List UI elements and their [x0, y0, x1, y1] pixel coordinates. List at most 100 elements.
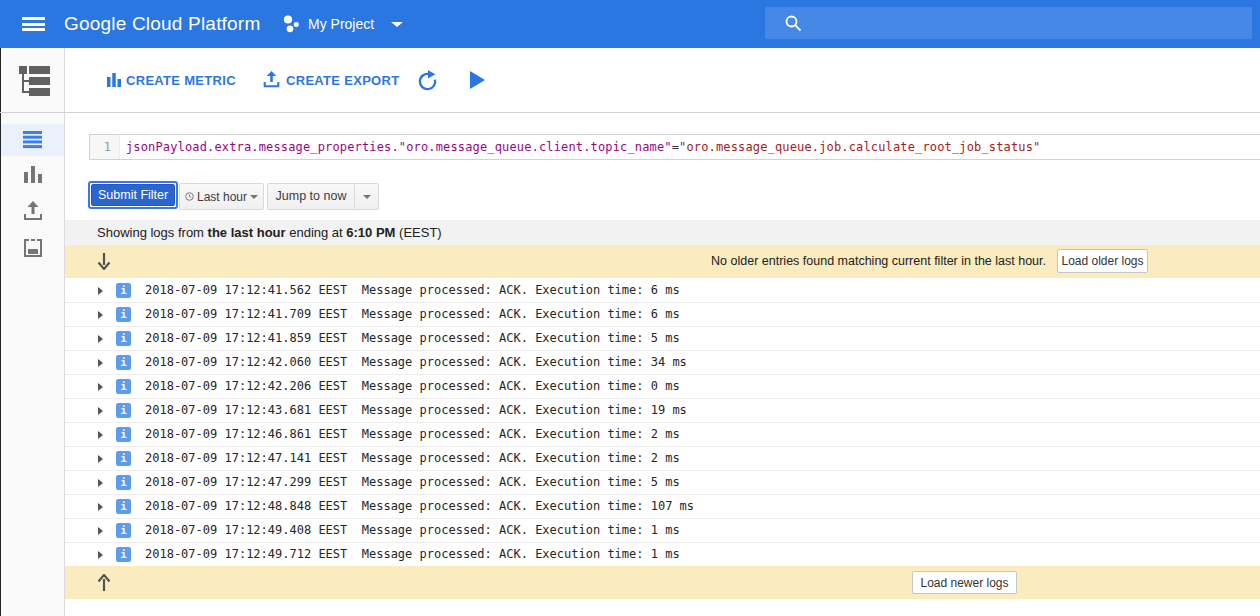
load-older-logs-button[interactable]: Load older logs [1057, 249, 1148, 273]
log-entry-text: 2018-07-09 17:12:43.681 EEST Message pro… [145, 399, 687, 422]
log-rows: i2018-07-09 17:12:41.562 EEST Message pr… [65, 279, 1260, 567]
status-range: the last hour [208, 225, 286, 240]
expand-arrow-icon[interactable] [98, 479, 103, 487]
older-banner-message: No older entries found matching current … [711, 245, 1046, 278]
log-row[interactable]: i 2018-07-09 17:12:42.206 EEST Message pr… [65, 375, 1260, 399]
app-header: Google Cloud Platform My Project [0, 0, 1260, 48]
search-icon [785, 15, 802, 32]
log-entry-text: 2018-07-09 17:12:48.848 EEST Message pro… [145, 495, 694, 518]
left-edge-line [0, 48, 1, 616]
project-selector[interactable]: My Project [283, 0, 403, 48]
submit-filter-button[interactable]: Submit Filter [91, 184, 175, 206]
toolbar-divider [0, 112, 1260, 113]
status-prefix: Showing logs from [97, 225, 208, 240]
log-entry-text: 2018-07-09 17:12:47.299 EEST Message pro… [145, 471, 680, 494]
storage-archive-icon[interactable] [23, 239, 43, 258]
expand-arrow-icon[interactable] [98, 407, 103, 415]
expand-arrow-icon[interactable] [98, 359, 103, 367]
expand-arrow-icon[interactable] [98, 527, 103, 535]
chevron-down-icon [250, 195, 258, 199]
filter-query-box[interactable]: 1 jsonPayload.extra.message_properties."… [89, 134, 1260, 160]
info-level-icon: i [116, 403, 131, 418]
log-entry-text: 2018-07-09 17:12:46.861 EEST Message pro… [145, 423, 680, 446]
info-level-icon: i [116, 475, 131, 490]
refresh-icon[interactable] [417, 70, 438, 91]
expand-arrow-icon[interactable] [98, 503, 103, 511]
info-level-icon: i [116, 427, 131, 442]
info-level-icon: i [116, 547, 131, 562]
expand-arrow-icon[interactable] [98, 455, 103, 463]
status-middle: ending at [286, 225, 347, 240]
log-row[interactable]: i2018-07-09 17:12:41.562 EEST Message pr… [65, 279, 1260, 303]
submit-filter-focus-ring: Submit Filter [88, 181, 178, 209]
log-entry-text: 2018-07-09 17:12:41.709 EEST Message pro… [145, 303, 680, 326]
time-range-dropdown[interactable]: Last hour [179, 183, 264, 210]
older-logs-banner: No older entries found matching current … [65, 245, 1260, 278]
create-export-button[interactable]: CREATE EXPORT [286, 74, 399, 88]
jump-options-arrow[interactable] [354, 184, 378, 209]
filter-query-text[interactable]: jsonPayload.extra.message_properties."or… [120, 135, 1040, 159]
create-metric-icon [107, 73, 121, 87]
menu-icon[interactable] [22, 17, 45, 31]
chevron-down-icon [363, 195, 371, 199]
log-entry-text: 2018-07-09 17:12:47.141 EEST Message pro… [145, 447, 680, 470]
log-row[interactable]: i 2018-07-09 17:12:49.712 EEST Message pr… [65, 543, 1260, 567]
metrics-chart-icon[interactable] [24, 166, 42, 183]
run-play-icon[interactable] [470, 71, 485, 89]
expand-arrow-icon[interactable] [98, 551, 103, 559]
project-name: My Project [308, 16, 374, 32]
info-level-icon: i [116, 499, 131, 514]
status-time: 6:10 PM [346, 225, 395, 240]
expand-arrow-icon[interactable] [98, 431, 103, 439]
arrow-down-icon [97, 253, 111, 270]
info-level-icon: i [116, 451, 131, 466]
expand-arrow-icon[interactable] [98, 383, 103, 391]
logs-tree-icon[interactable] [18, 64, 52, 98]
log-row[interactable]: i 2018-07-09 17:12:43.681 EEST Message pr… [65, 399, 1260, 423]
query-field: jsonPayload.extra.message_properties."or… [126, 140, 672, 154]
exports-upload-icon[interactable] [23, 201, 43, 221]
newer-logs-banner: Load newer logs [65, 566, 1260, 599]
info-level-icon: i [116, 379, 131, 394]
log-entry-text: 2018-07-09 17:12:49.712 EEST Message pro… [145, 543, 680, 566]
info-level-icon: i [116, 355, 131, 370]
jump-to-now-group: Jump to now [267, 183, 379, 210]
left-rail [0, 48, 65, 616]
project-icon [283, 14, 300, 34]
chevron-down-icon [391, 22, 403, 27]
brand-title: Google Cloud Platform [64, 0, 260, 48]
query-operator: = [672, 140, 679, 154]
arrow-up-icon [97, 574, 111, 591]
log-entry-text: 2018-07-09 17:12:41.859 EEST Message pro… [145, 327, 680, 350]
log-row[interactable]: i 2018-07-09 17:12:47.299 EEST Message pr… [65, 471, 1260, 495]
clock-icon [185, 190, 194, 203]
line-number: 1 [90, 135, 120, 159]
expand-arrow-icon[interactable] [98, 335, 103, 343]
log-row[interactable]: i 2018-07-09 17:12:49.408 EEST Message pr… [65, 519, 1260, 543]
log-row[interactable]: i 2018-07-09 17:12:41.709 EEST Message pr… [65, 303, 1260, 327]
info-level-icon: i [116, 307, 131, 322]
create-metric-button[interactable]: CREATE METRIC [126, 74, 236, 88]
status-suffix: (EEST) [395, 225, 441, 240]
info-level-icon: i [116, 523, 131, 538]
load-newer-logs-button[interactable]: Load newer logs [912, 571, 1017, 594]
page: Google Cloud Platform My Project [0, 0, 1260, 616]
log-row[interactable]: i 2018-07-09 17:12:48.848 EEST Message pr… [65, 495, 1260, 519]
log-entry-text: 2018-07-09 17:12:42.060 EEST Message pro… [145, 351, 687, 374]
log-entry-text: 2018-07-09 17:12:42.206 EEST Message pro… [145, 375, 680, 398]
expand-arrow-icon[interactable] [98, 287, 103, 295]
create-export-icon [263, 71, 280, 88]
time-range-label: Last hour [197, 190, 247, 204]
search-bar[interactable] [765, 7, 1252, 39]
log-list-icon[interactable] [23, 131, 43, 149]
expand-arrow-icon[interactable] [98, 311, 103, 319]
jump-to-now-button[interactable]: Jump to now [268, 184, 354, 209]
log-row[interactable]: i 2018-07-09 17:12:42.060 EEST Message pr… [65, 351, 1260, 375]
log-row[interactable]: i 2018-07-09 17:12:46.861 EEST Message pr… [65, 423, 1260, 447]
status-bar: Showing logs from the last hour ending a… [65, 220, 1260, 245]
log-row[interactable]: i 2018-07-09 17:12:41.859 EEST Message pr… [65, 327, 1260, 351]
log-entry-text: 2018-07-09 17:12:49.408 EEST Message pro… [145, 519, 680, 542]
info-level-icon: i [116, 331, 131, 346]
log-row[interactable]: i 2018-07-09 17:12:47.141 EEST Message pr… [65, 447, 1260, 471]
query-value: "oro.message_queue.job.calculate_root_jo… [679, 140, 1040, 154]
